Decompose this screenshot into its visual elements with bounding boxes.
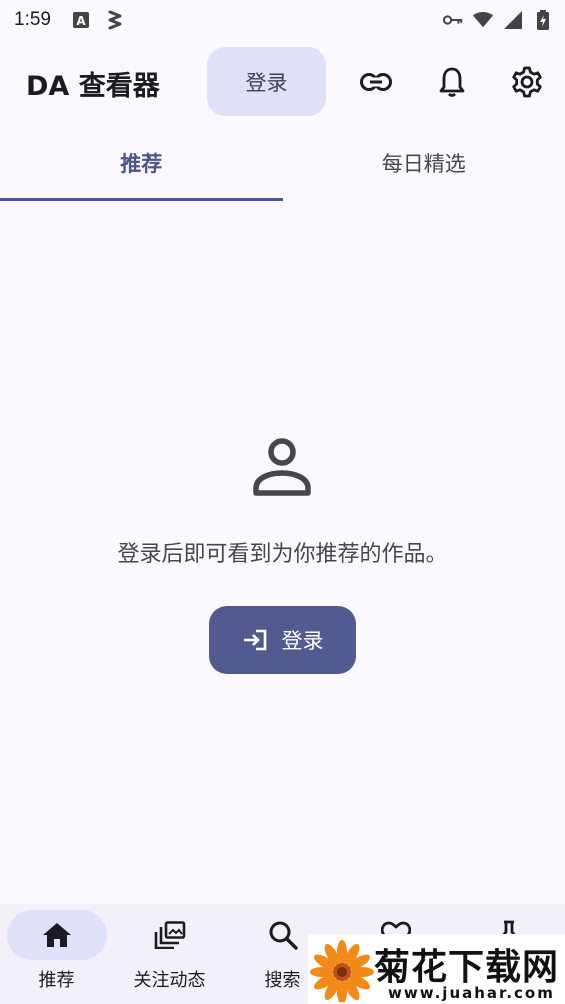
wifi-icon (473, 10, 493, 30)
app-title: DA 查看器 (26, 71, 160, 102)
tab-bar: 推荐 每日精选 (0, 128, 565, 201)
tab-recommend-label: 推荐 (120, 152, 163, 176)
login-arrow-icon (242, 629, 268, 651)
flower-logo-icon (310, 938, 374, 1004)
app-bar: DA 查看器 登录 (0, 46, 565, 118)
battery-icon (533, 10, 553, 30)
link-icon[interactable] (356, 62, 396, 102)
cell-signal-icon (503, 10, 523, 30)
nav-label-following: 关注动态 (133, 970, 206, 991)
search-icon (268, 920, 298, 950)
tab-indicator (0, 198, 283, 201)
vpn-key-icon (443, 10, 463, 30)
status-time: 1:59 (14, 9, 51, 30)
login-top-button[interactable]: 登录 (207, 47, 326, 116)
nav-item-following[interactable]: 关注动态 (113, 904, 226, 1004)
nav-label-search: 搜索 (264, 970, 301, 991)
stacked-photos-icon (154, 921, 186, 949)
status-bar: 1:59 A (0, 0, 565, 40)
person-icon (249, 434, 315, 500)
watermark: 菊花下载网 www.juahar.com (308, 934, 565, 1004)
login-button-label: 登录 (281, 629, 324, 653)
tab-recommend[interactable]: 推荐 (0, 128, 283, 201)
tab-daily-picks-label: 每日精选 (381, 152, 466, 176)
bell-icon[interactable] (432, 62, 472, 102)
tab-daily-picks[interactable]: 每日精选 (283, 128, 565, 198)
svg-text:A: A (76, 14, 86, 28)
empty-state-message: 登录后即可看到为你推荐的作品。 (117, 542, 448, 567)
nav-item-recommend[interactable]: 推荐 (0, 904, 113, 1004)
nav-label-recommend: 推荐 (38, 970, 75, 991)
home-icon (42, 922, 72, 948)
gear-icon[interactable] (507, 62, 547, 102)
a-notification-icon: A (71, 10, 91, 30)
login-button[interactable]: 登录 (209, 606, 356, 674)
watermark-url: www.juahar.com (388, 984, 555, 1002)
watermark-title: 菊花下载网 (374, 947, 560, 988)
signal-sync-icon (105, 10, 125, 30)
